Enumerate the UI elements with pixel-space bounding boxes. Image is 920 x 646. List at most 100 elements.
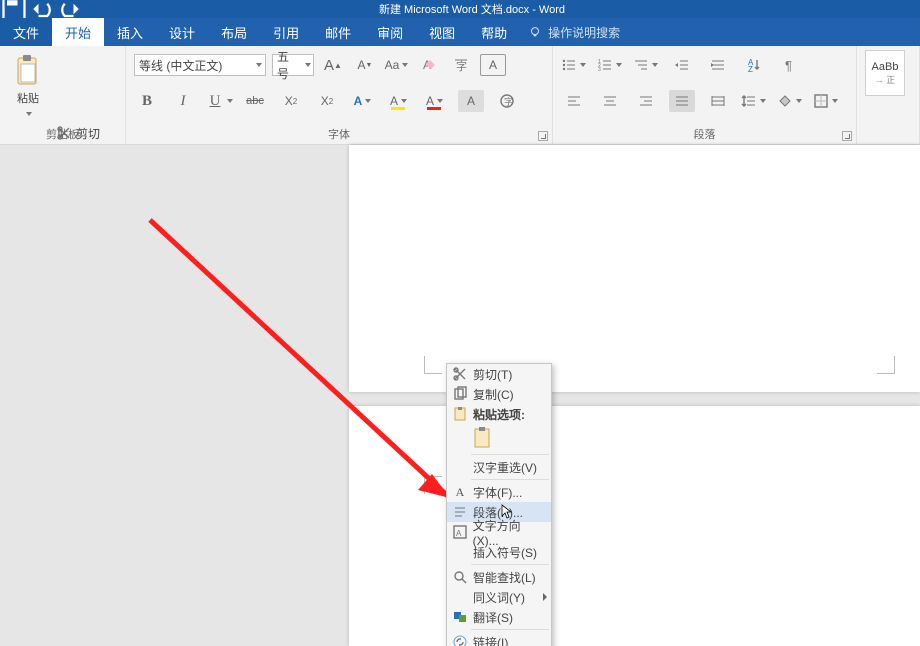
tab-view[interactable]: 视图 [416,18,468,46]
shrink-font-button[interactable]: A▼ [352,54,378,76]
paragraph-dialog-launcher[interactable] [842,131,852,141]
chevron-down-icon [831,93,839,109]
style-name: → 正 [875,73,896,86]
svg-text:A: A [456,529,462,538]
font-dialog-launcher[interactable] [538,131,548,141]
separator [471,629,549,630]
decrease-indent-button[interactable] [669,54,695,76]
borders-button[interactable] [813,90,839,112]
margin-corner [424,356,442,374]
chevron-down-icon [364,93,372,109]
superscript-button[interactable]: X2 [314,90,340,112]
svg-text:字: 字 [456,59,467,73]
tab-layout[interactable]: 布局 [208,18,260,46]
align-center-button[interactable] [597,90,623,112]
paragraph-group-label: 段落 [553,126,856,142]
document-area[interactable]: 剪切(T) 复制(C) 粘贴选项: 汉字重选(V) A 字体(F)... 段落(… [0,145,920,646]
title-bar: 新建 Microsoft Word 文档.docx - Word [0,0,920,18]
multilevel-list-button[interactable] [633,54,659,76]
tab-design[interactable]: 设计 [156,18,208,46]
strikethrough-button[interactable]: abc [242,90,268,112]
ctx-insert-symbol[interactable]: 插入符号(S) [447,542,551,562]
document-title: 新建 Microsoft Word 文档.docx - Word [84,1,920,17]
ctx-cut[interactable]: 剪切(T) [447,364,551,384]
chevron-down-icon [226,93,234,109]
chevron-down-icon [401,57,409,73]
undo-icon[interactable] [28,0,56,18]
lightbulb-icon [528,25,542,39]
phonetic-guide-button[interactable]: 字 [448,54,474,76]
font-size-combo[interactable]: 五号 [272,54,314,76]
svg-text:Z: Z [748,65,753,73]
redo-icon[interactable] [56,0,84,18]
page-1[interactable] [349,145,920,392]
bold-button[interactable]: B [134,90,160,112]
text-effects-button[interactable]: A [350,90,376,112]
ribbon: 粘贴 剪切 复制 格式刷 剪贴板 等线 (中文正文) 五号 [0,46,920,145]
sort-button[interactable]: AZ [741,54,767,76]
change-case-button[interactable]: Aa [384,54,410,76]
ctx-symbol-label: 插入符号(S) [473,544,537,561]
tab-mailings[interactable]: 邮件 [312,18,364,46]
bullets-button[interactable] [561,54,587,76]
chevron-down-icon [255,57,263,73]
clear-formatting-button[interactable]: A [416,54,442,76]
chevron-down-icon [579,57,587,73]
enclose-char-button[interactable]: 字 [494,90,520,112]
ctx-ime-reconvert[interactable]: 汉字重选(V) [447,457,551,477]
highlight-button[interactable]: A [386,90,412,112]
ctx-font[interactable]: A 字体(F)... [447,482,551,502]
ribbon-tabs: 文件 开始 插入 设计 布局 引用 邮件 审阅 视图 帮助 操作说明搜索 [0,18,920,46]
font-size-value: 五号 [277,48,299,82]
scissors-icon [451,366,469,382]
subscript-button[interactable]: X2 [278,90,304,112]
numbering-button[interactable]: 123 [597,54,623,76]
ctx-paste-row [447,424,551,452]
tab-references[interactable]: 引用 [260,18,312,46]
tab-insert[interactable]: 插入 [104,18,156,46]
link-icon [451,634,469,646]
font-color-button[interactable]: A [422,90,448,112]
ctx-link[interactable]: 链接(I) [447,632,551,646]
tab-review[interactable]: 审阅 [364,18,416,46]
ctx-paste-label: 粘贴选项: [473,406,525,423]
clipboard-group-label: 剪贴板 [0,126,125,142]
font-group-label: 字体 [126,126,552,142]
ctx-translate-label: 翻译(S) [473,609,513,626]
page-2[interactable] [349,406,920,646]
tab-help[interactable]: 帮助 [468,18,520,46]
chevron-down-icon [304,57,312,73]
align-distributed-button[interactable] [705,90,731,112]
increase-indent-button[interactable] [705,54,731,76]
grow-font-button[interactable]: A▲ [320,54,346,76]
tab-home[interactable]: 开始 [52,18,104,46]
ctx-text-direction[interactable]: A 文字方向(X)... [447,522,551,542]
shading-button[interactable] [777,90,803,112]
ctx-copy[interactable]: 复制(C) [447,384,551,404]
tell-me-label: 操作说明搜索 [548,24,620,41]
font-icon: A [451,484,469,500]
save-icon[interactable] [0,0,28,18]
char-shading-button[interactable]: A [458,90,484,112]
group-styles: AaBb → 正 [857,46,920,144]
tab-file[interactable]: 文件 [0,18,52,46]
paste-button[interactable]: 粘贴 [8,50,48,122]
align-left-button[interactable] [561,90,587,112]
align-right-button[interactable] [633,90,659,112]
tell-me-search[interactable]: 操作说明搜索 [528,18,620,46]
translate-icon [451,609,469,625]
align-justify-button[interactable] [669,90,695,112]
font-name-combo[interactable]: 等线 (中文正文) [134,54,266,76]
paragraph-icon [451,504,469,520]
char-border-button[interactable]: A [480,54,506,76]
style-normal[interactable]: AaBb → 正 [865,50,905,96]
underline-button[interactable]: U [206,90,232,112]
show-marks-button[interactable]: ¶ [777,54,803,76]
ctx-copy-label: 复制(C) [473,386,514,403]
line-spacing-button[interactable] [741,90,767,112]
ctx-translate[interactable]: 翻译(S) [447,607,551,627]
paste-keep-source-icon[interactable] [473,427,493,449]
ctx-smart-lookup[interactable]: 智能查找(L) [447,567,551,587]
italic-button[interactable]: I [170,90,196,112]
ctx-synonyms[interactable]: 同义词(Y) [447,587,551,607]
